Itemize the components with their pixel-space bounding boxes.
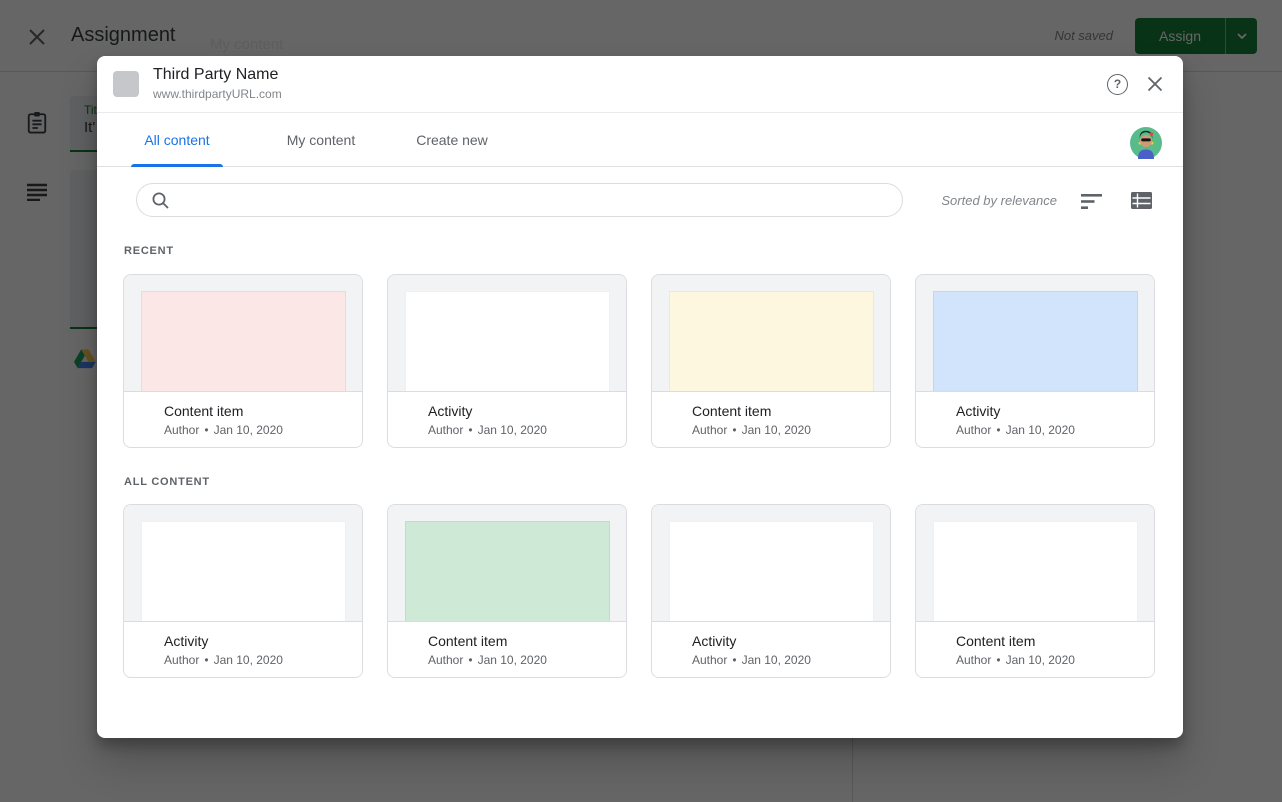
- card-author: Author: [428, 423, 463, 437]
- thumbnail: [669, 291, 874, 391]
- card-footer: Content item Author • Jan 10, 2020: [916, 623, 1154, 677]
- card-date: Jan 10, 2020: [1006, 653, 1075, 667]
- section-label-all-content: ALL CONTENT: [124, 476, 210, 488]
- card-footer: Activity Author • Jan 10, 2020: [124, 623, 362, 677]
- tab-all-content[interactable]: All content: [131, 113, 223, 167]
- card-meta: Author • Jan 10, 2020: [956, 423, 1142, 437]
- card-date: Jan 10, 2020: [214, 423, 283, 437]
- card-meta: Author • Jan 10, 2020: [428, 423, 614, 437]
- card-title: Activity: [164, 632, 350, 650]
- card-footer: Content item Author • Jan 10, 2020: [124, 393, 362, 447]
- card-footer: Activity Author • Jan 10, 2020: [388, 393, 626, 447]
- content-card[interactable]: Activity Author • Jan 10, 2020: [123, 504, 363, 678]
- meta-separator: •: [468, 423, 472, 437]
- card-author: Author: [164, 653, 199, 667]
- thumbnail: [669, 521, 874, 621]
- content-card[interactable]: Content item Author • Jan 10, 2020: [123, 274, 363, 448]
- tab-create-new[interactable]: Create new: [402, 113, 502, 167]
- close-dialog-button[interactable]: [1144, 73, 1166, 95]
- card-author: Author: [692, 653, 727, 667]
- card-date: Jan 10, 2020: [214, 653, 283, 667]
- dialog-header: Third Party Name www.thirdpartyURL.com ?: [97, 56, 1183, 113]
- sort-status-text: Sorted by relevance: [941, 193, 1057, 208]
- sort-button[interactable]: [1081, 190, 1107, 214]
- search-input[interactable]: [180, 192, 890, 208]
- section-label-recent: RECENT: [124, 245, 174, 257]
- sort-icon: [1081, 194, 1103, 210]
- card-meta: Author • Jan 10, 2020: [692, 653, 878, 667]
- search-icon: [151, 191, 170, 210]
- card-footer: Content item Author • Jan 10, 2020: [388, 623, 626, 677]
- content-card[interactable]: Activity Author • Jan 10, 2020: [387, 274, 627, 448]
- thumbnail: [933, 521, 1138, 621]
- meta-separator: •: [204, 653, 208, 667]
- card-date: Jan 10, 2020: [742, 423, 811, 437]
- thumbnail-area: [388, 275, 626, 392]
- dialog-tabs: All content My content Create new: [97, 113, 1183, 167]
- card-meta: Author • Jan 10, 2020: [164, 423, 350, 437]
- tab-my-content[interactable]: My content: [272, 113, 370, 167]
- content-card[interactable]: Content item Author • Jan 10, 2020: [387, 504, 627, 678]
- partner-url: www.thirdpartyURL.com: [153, 87, 282, 101]
- thumbnail: [141, 291, 346, 391]
- card-title: Activity: [428, 402, 614, 420]
- thumbnail-area: [388, 505, 626, 622]
- meta-separator: •: [468, 653, 472, 667]
- card-date: Jan 10, 2020: [742, 653, 811, 667]
- meta-separator: •: [732, 423, 736, 437]
- card-title: Content item: [956, 632, 1142, 650]
- help-icon[interactable]: ?: [1107, 74, 1128, 95]
- thumbnail: [141, 521, 346, 621]
- recent-card-row: Content item Author • Jan 10, 2020 Activit…: [123, 274, 1157, 448]
- content-card[interactable]: Activity Author • Jan 10, 2020: [651, 504, 891, 678]
- thumbnail: [933, 291, 1138, 391]
- card-date: Jan 10, 2020: [478, 423, 547, 437]
- meta-separator: •: [996, 653, 1000, 667]
- thumbnail-area: [124, 275, 362, 392]
- meta-separator: •: [204, 423, 208, 437]
- table-view-icon: [1131, 192, 1153, 210]
- list-view-button[interactable]: [1131, 189, 1157, 213]
- partner-logo: [113, 71, 139, 97]
- card-date: Jan 10, 2020: [1006, 423, 1075, 437]
- thumbnail-area: [916, 275, 1154, 392]
- card-title: Content item: [692, 402, 878, 420]
- card-footer: Activity Author • Jan 10, 2020: [652, 623, 890, 677]
- meta-separator: •: [996, 423, 1000, 437]
- card-meta: Author • Jan 10, 2020: [428, 653, 614, 667]
- search-bar: [136, 183, 903, 217]
- third-party-picker-dialog: Third Party Name www.thirdpartyURL.com ?…: [97, 56, 1183, 738]
- card-author: Author: [692, 423, 727, 437]
- card-title: Content item: [164, 402, 350, 420]
- card-author: Author: [164, 423, 199, 437]
- thumbnail-area: [124, 505, 362, 622]
- thumbnail-area: [652, 505, 890, 622]
- content-card[interactable]: Content item Author • Jan 10, 2020: [651, 274, 891, 448]
- thumbnail: [405, 521, 610, 621]
- meta-separator: •: [732, 653, 736, 667]
- card-author: Author: [956, 423, 991, 437]
- partner-name: Third Party Name: [153, 66, 278, 84]
- card-footer: Activity Author • Jan 10, 2020: [916, 393, 1154, 447]
- avatar[interactable]: [1130, 127, 1162, 159]
- card-meta: Author • Jan 10, 2020: [692, 423, 878, 437]
- thumbnail: [405, 291, 610, 391]
- all-content-card-row: Activity Author • Jan 10, 2020 Content ite…: [123, 504, 1157, 678]
- content-card[interactable]: Content item Author • Jan 10, 2020: [915, 504, 1155, 678]
- card-meta: Author • Jan 10, 2020: [164, 653, 350, 667]
- content-card[interactable]: Activity Author • Jan 10, 2020: [915, 274, 1155, 448]
- card-title: Content item: [428, 632, 614, 650]
- thumbnail-area: [652, 275, 890, 392]
- card-title: Activity: [692, 632, 878, 650]
- card-author: Author: [956, 653, 991, 667]
- card-meta: Author • Jan 10, 2020: [956, 653, 1142, 667]
- card-title: Activity: [956, 402, 1142, 420]
- card-author: Author: [428, 653, 463, 667]
- thumbnail-area: [916, 505, 1154, 622]
- card-footer: Content item Author • Jan 10, 2020: [652, 393, 890, 447]
- close-icon: [1144, 73, 1166, 95]
- card-date: Jan 10, 2020: [478, 653, 547, 667]
